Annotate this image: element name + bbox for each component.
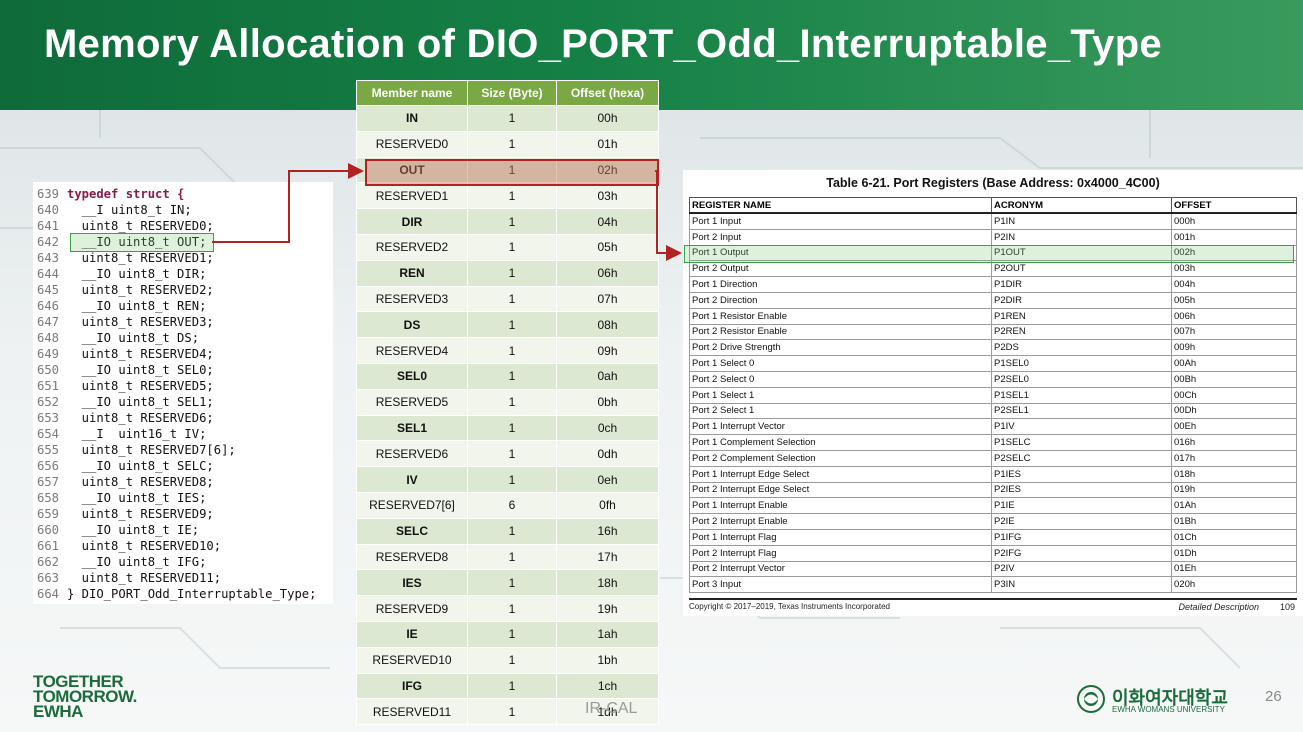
connector-arrows (212, 163, 682, 261)
logo-line-3: EWHA (33, 702, 83, 721)
ewha-name-english: EWHA WOMANS UNIVERSITY (1112, 705, 1225, 714)
together-tomorrow-logo: TOGETHER TOMORROW. EWHA (33, 673, 137, 721)
watermark: IR-CAL (585, 700, 638, 717)
ewha-emblem-icon (1077, 685, 1105, 713)
arrow-code-to-member (212, 163, 364, 243)
arrow-member-to-register (655, 170, 682, 261)
page-number: 26 (1265, 688, 1282, 705)
